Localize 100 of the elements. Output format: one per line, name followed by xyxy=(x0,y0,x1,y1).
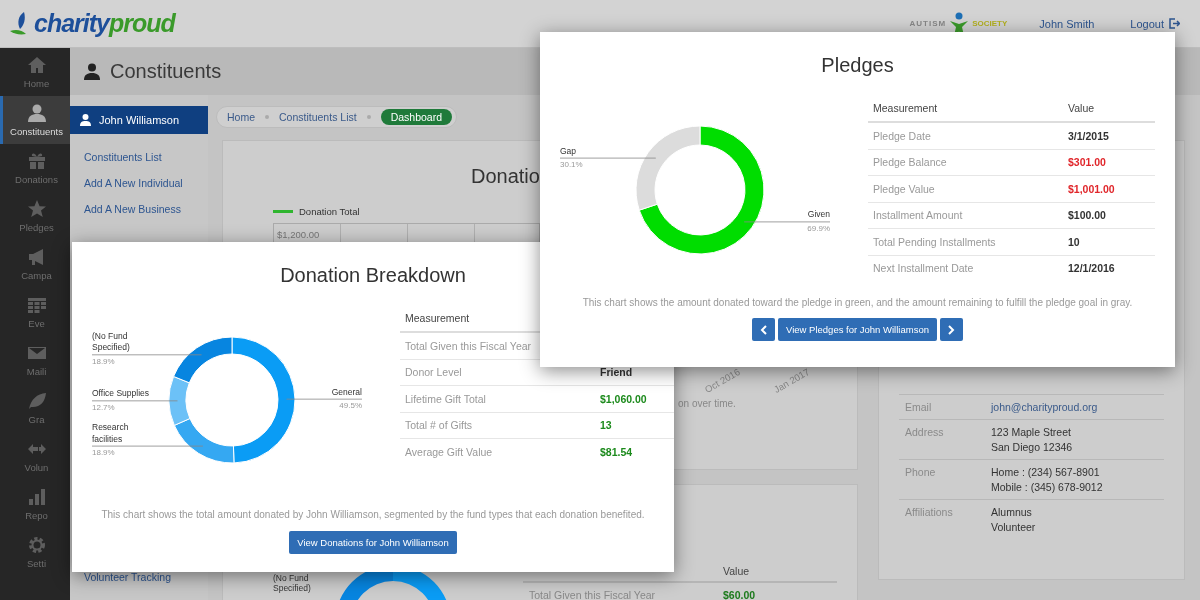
measurement-label: Lifetime Gift Total xyxy=(404,392,487,405)
previous-button[interactable] xyxy=(752,318,776,341)
slice-label: Research facilities xyxy=(92,422,130,446)
breadcrumb-link[interactable]: Home xyxy=(227,109,255,125)
contact-value: Home : (234) 567-8901 xyxy=(991,466,1101,478)
contact-value: San Diego 12346 xyxy=(991,441,1073,453)
legend-label: Donation Total xyxy=(299,206,360,217)
page-title: Constituents xyxy=(110,60,222,83)
nav-item[interactable]: Donations xyxy=(0,144,70,192)
measurement-label: Total # of Gifts xyxy=(404,419,474,432)
settings-icon xyxy=(26,535,47,555)
contact-value: 123 Maple Street xyxy=(991,426,1072,438)
slice-label: (No Fund Specified) xyxy=(273,573,312,595)
contact-value: Volunteer xyxy=(991,521,1036,533)
logout-icon xyxy=(1169,18,1180,29)
measurement-value: 10 xyxy=(1068,235,1080,248)
breadcrumb-link[interactable]: Constituents List xyxy=(279,109,357,125)
slice-label: General xyxy=(330,386,362,399)
sidebar-link[interactable]: Add A New Business xyxy=(84,203,208,215)
person-icon xyxy=(80,114,91,126)
nav-item[interactable]: Eve xyxy=(0,288,70,336)
slice-percent: 18.9% xyxy=(92,448,115,458)
measurement-value: 12/1/2016 xyxy=(1068,262,1115,275)
nav-item[interactable]: Gra xyxy=(0,384,70,432)
measurement-value: $301.00 xyxy=(1068,156,1106,169)
card-title: Donatio xyxy=(471,165,540,188)
chevron-left-icon xyxy=(759,324,768,335)
person-icon xyxy=(84,63,100,80)
measurement-label: Average Gift Value xyxy=(404,445,494,458)
leaf-icon xyxy=(26,391,47,411)
sidebar-link[interactable]: Volunteer Tracking xyxy=(70,571,208,600)
home-icon xyxy=(26,55,47,75)
slice-label: Office Supplies xyxy=(92,388,150,400)
measurement-value: Friend xyxy=(600,366,633,379)
slice-percent: 12.7% xyxy=(92,402,115,412)
email-link[interactable]: john@charityproud.org xyxy=(991,401,1098,413)
slice-label: (No Fund Specified) xyxy=(92,330,131,354)
measurement-label: Total Given this Fiscal Year xyxy=(528,589,657,600)
contact-label: Phone xyxy=(905,466,937,480)
measurement-label: Total Given this Fiscal Year xyxy=(404,339,533,352)
view-donations-button[interactable]: View Donations for John Williamson xyxy=(289,531,457,554)
contact-label: Address xyxy=(905,426,945,440)
calendar-icon xyxy=(26,295,47,315)
column-header: Value xyxy=(1068,102,1095,114)
axis-label: $1,200.00 xyxy=(276,229,321,240)
chart-caption: This chart shows the total amount donated by John Williamson, segmented by the fund types that each donation benefited. xyxy=(101,509,645,520)
card-title: Donation Breakdown xyxy=(280,264,466,287)
measurement-label: Total Pending Installments xyxy=(872,235,997,248)
next-button[interactable] xyxy=(939,318,963,341)
constituent-name: John Williamson xyxy=(99,114,180,126)
logo-wordmark: charityproud xyxy=(34,9,175,38)
measurement-label: Donor Level xyxy=(404,366,463,379)
slice-percent: 49.5% xyxy=(339,401,362,411)
measurement-value: $1,060.00 xyxy=(600,392,647,405)
chevron-right-icon xyxy=(947,324,956,335)
slice-label: Gap xyxy=(560,145,578,158)
measurement-value: 3/1/2015 xyxy=(1068,129,1109,142)
legend-line-icon xyxy=(273,210,293,213)
sidebar-link[interactable]: Add A New Individual xyxy=(84,177,208,189)
slice-label: Given xyxy=(806,209,830,221)
contact-label: Affiliations xyxy=(905,506,954,520)
nav-item[interactable]: Maili xyxy=(0,336,70,384)
slice-percent: 69.9% xyxy=(807,223,830,233)
column-header: Measurement xyxy=(404,312,471,324)
slice-percent: 30.1% xyxy=(560,160,583,170)
chart-caption: This chart shows the amount donated toward the pledge in green, and the amount remaining to fulfill the pledge goal in gray. xyxy=(582,297,1133,308)
nav-item[interactable]: Constituents xyxy=(0,96,70,144)
slice-percent: 18.9% xyxy=(92,356,115,366)
contact-value: Mobile : (345) 678-9012 xyxy=(991,481,1103,493)
contact-value: Alumnus xyxy=(991,506,1033,518)
card-title: Pledges xyxy=(821,54,894,77)
measurement-value: $60.00 xyxy=(723,589,756,600)
logout-button[interactable]: Logout xyxy=(1130,17,1180,30)
nav-item[interactable]: Setti xyxy=(0,528,70,576)
nav-item[interactable]: Home xyxy=(0,48,70,96)
nav-item[interactable]: Volun xyxy=(0,432,70,480)
measurement-label: Pledge Value xyxy=(872,182,936,195)
gift-icon xyxy=(26,151,47,171)
star-icon xyxy=(26,199,47,219)
user-name-link[interactable]: John Smith xyxy=(1039,17,1095,30)
nav-item[interactable]: Repo xyxy=(0,480,70,528)
nav-item[interactable]: Campa xyxy=(0,240,70,288)
measurement-value: $81.54 xyxy=(600,445,633,458)
column-header: Measurement xyxy=(872,102,939,114)
measurement-label: Pledge Balance xyxy=(872,156,948,169)
axis-label: Oct 2016 xyxy=(702,366,742,395)
measurement-label: Installment Amount xyxy=(872,209,964,222)
contact-label: Email xyxy=(905,401,933,413)
measurement-value: $100.00 xyxy=(1068,209,1106,222)
sidebar-link[interactable]: Constituents List xyxy=(84,151,208,163)
nav-item[interactable]: Pledges xyxy=(0,192,70,240)
view-pledges-button[interactable]: View Pledges for John Williamson xyxy=(778,318,937,341)
partner-logo-text: SOCIETY xyxy=(972,19,1008,28)
breadcrumb-link[interactable]: Dashboard xyxy=(380,109,452,125)
partner-logo-text: AUTISM xyxy=(909,19,947,28)
measurement-label: Pledge Date xyxy=(872,129,932,142)
bar-chart-icon xyxy=(26,487,47,507)
measurement-value: 13 xyxy=(600,419,612,432)
person-icon xyxy=(26,103,47,123)
measurement-label: Next Installment Date xyxy=(872,262,975,275)
